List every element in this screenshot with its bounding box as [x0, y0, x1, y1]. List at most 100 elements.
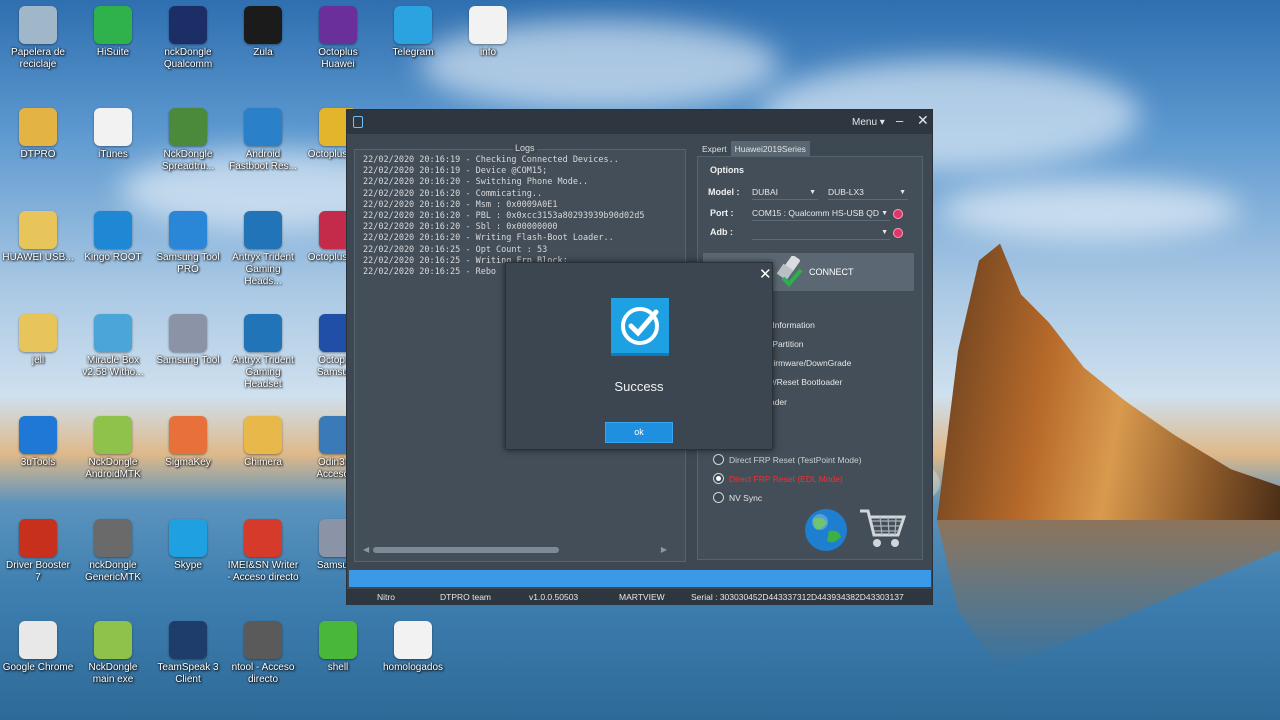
tab-expert[interactable]: Expert — [698, 141, 731, 157]
status-nitro: Nitro — [377, 592, 395, 602]
desktop-icon[interactable]: shell — [302, 621, 374, 674]
sigmakey-icon — [169, 416, 207, 454]
radio-frp-edl-label[interactable]: Direct FRP Reset (EDL Mode) — [729, 474, 843, 484]
dtpro-icon — [19, 108, 57, 146]
radio-nv-sync[interactable] — [713, 492, 724, 503]
menu-button[interactable]: Menu ▾ — [852, 117, 885, 128]
desktop-icon[interactable]: Papelera de reciclaje — [2, 6, 74, 71]
desktop-icon[interactable]: Samsung Tool — [152, 314, 224, 367]
desktop-icon-label: Chimera — [244, 457, 282, 468]
options-label: Options — [710, 165, 744, 175]
telegram-icon — [394, 6, 432, 44]
desktop-icon[interactable]: Google Chrome — [2, 621, 74, 674]
play-icon — [319, 621, 357, 659]
desktop-icon[interactable]: Zula — [227, 6, 299, 59]
status-martview: MARTVIEW — [619, 592, 665, 602]
desktop-icon-label: Android Fastboot Res... — [229, 149, 297, 172]
desktop-icon-label: Miracle Box v2.58 Witho... — [82, 355, 144, 378]
desktop-icon[interactable]: 3uTools — [2, 416, 74, 469]
desktop-icon[interactable]: Antryx Trident Gaming Headset — [227, 314, 299, 391]
radio-frp-edl[interactable] — [713, 473, 724, 484]
desktop-icon[interactable]: Skype — [152, 519, 224, 572]
scrollbar-thumb[interactable] — [373, 547, 559, 553]
desktop-icon[interactable]: nckDongle GenericMTK — [77, 519, 149, 584]
desktop-icon[interactable]: Kingo ROOT — [77, 211, 149, 264]
log-line: 22/02/2020 20:16:20 - Commicating.. — [363, 188, 543, 199]
port-select[interactable]: COM15 : Qualcomm HS-USB QD ▼ — [752, 207, 890, 221]
desktop-icon-label: Octoplus Huawei — [318, 47, 358, 70]
desktop-icon[interactable]: Driver Booster 7 — [2, 519, 74, 584]
desktop-icon-label: TeamSpeak 3 Client — [157, 662, 219, 685]
sea-rock — [937, 243, 1280, 520]
logs-label: Logs — [513, 143, 537, 153]
radio-nv-sync-label[interactable]: NV Sync — [729, 493, 762, 503]
shopping-cart-icon[interactable] — [858, 505, 906, 551]
desktop-icon[interactable]: Telegram — [377, 6, 449, 59]
desktop-icon[interactable]: TeamSpeak 3 Client — [152, 621, 224, 686]
desktop-icon[interactable]: Android Fastboot Res... — [227, 108, 299, 173]
port-refresh-button[interactable] — [893, 209, 903, 219]
desktop-icon[interactable]: Miracle Box v2.58 Witho... — [77, 314, 149, 379]
title-bar: Menu ▾ – ✕ — [347, 110, 932, 134]
desktop-icon[interactable]: IMEI&SN Writer - Acceso directo — [227, 519, 299, 584]
tab-huawei2019series[interactable]: Huawei2019Series — [730, 141, 810, 157]
desktop-icon[interactable]: Octoplus Huawei — [302, 6, 374, 71]
desktop-icon[interactable]: homologados — [377, 621, 449, 674]
ok-button[interactable]: ok — [605, 422, 673, 443]
scroll-right-icon[interactable]: ▶ — [661, 545, 667, 554]
log-line: 22/02/2020 20:16:20 - Msm : 0x0009A0E1 — [363, 199, 558, 210]
desktop-icon[interactable]: Antryx Trident Gaming Heads... — [227, 211, 299, 288]
desktop-icon[interactable]: HiSuite — [77, 6, 149, 59]
desktop-icon-label: homologados — [382, 662, 444, 673]
dialog-message: Success — [614, 379, 664, 394]
usb-connect-icon — [776, 256, 803, 287]
desktop-icon-label: Driver Booster 7 — [6, 560, 70, 583]
horizontal-scrollbar[interactable]: ◀ ▶ — [363, 545, 667, 555]
adb-select[interactable]: ▼ — [752, 226, 890, 240]
close-icon[interactable]: ✕ — [917, 112, 929, 129]
chimera-icon — [244, 416, 282, 454]
folder-icon — [19, 314, 57, 352]
zula-icon — [244, 6, 282, 44]
desktop-icon-label: Antryx Trident Gaming Heads... — [232, 252, 294, 287]
desktop-icon[interactable]: HUAWEI USB... — [2, 211, 74, 264]
desktop-icon[interactable]: SigmaKey — [152, 416, 224, 469]
headset-icon — [244, 314, 282, 352]
model-variant-select[interactable]: DUB-LX3 ▼ — [828, 186, 908, 200]
desktop-icon[interactable]: Chimera — [227, 416, 299, 469]
minimize-icon[interactable]: – — [896, 113, 903, 128]
log-line: 22/02/2020 20:16:19 - Device @COM15; — [363, 166, 548, 177]
nckdongle-androidmtk-icon — [94, 416, 132, 454]
radio-frp-testpoint[interactable] — [713, 454, 724, 465]
recycle-bin-icon — [19, 6, 57, 44]
globe-icon[interactable] — [803, 507, 849, 553]
desktop-icon-label: HUAWEI USB... — [2, 252, 74, 263]
desktop-icon-label: nckDongle Qualcomm — [163, 47, 213, 70]
desktop-icon[interactable]: iTunes — [77, 108, 149, 161]
desktop-icon[interactable]: NckDongle Spreadtru... — [152, 108, 224, 173]
desktop-icon[interactable]: ntool - Acceso directo — [227, 621, 299, 686]
status-serial: Serial : 303030452D443337312D443934382D4… — [691, 592, 904, 602]
desktop-icon-label: Skype — [174, 560, 202, 571]
desktop-icon-label: IMEI&SN Writer - Acceso directo — [227, 560, 299, 583]
desktop-icon-label: SigmaKey — [165, 457, 211, 468]
desktop-icon[interactable]: info — [452, 6, 524, 59]
progress-bar — [349, 570, 931, 587]
desktop-icon[interactable]: jell — [2, 314, 74, 367]
nckdongle-qualcomm-icon — [169, 6, 207, 44]
samsung-tool-pro-icon — [169, 211, 207, 249]
desktop-icon-label: iTunes — [98, 149, 128, 160]
scroll-left-icon[interactable]: ◀ — [363, 545, 369, 554]
model-select[interactable]: DUBAI ▼ — [752, 186, 818, 200]
desktop-icon[interactable]: NckDongle main exe — [77, 621, 149, 686]
desktop-icon[interactable]: DTPRO — [2, 108, 74, 161]
radio-frp-testpoint-label[interactable]: Direct FRP Reset (TestPoint Mode) — [729, 455, 862, 465]
desktop-icon[interactable]: NckDongle AndroidMTK — [77, 416, 149, 481]
3utools-icon — [19, 416, 57, 454]
desktop-icon[interactable]: Samsung Tool PRO — [152, 211, 224, 276]
adb-label: Adb : — [710, 227, 733, 237]
desktop-icon[interactable]: nckDongle Qualcomm — [152, 6, 224, 71]
adb-refresh-button[interactable] — [893, 228, 903, 238]
dialog-close-icon[interactable]: ✕ — [759, 265, 772, 283]
teamspeak-icon — [169, 621, 207, 659]
